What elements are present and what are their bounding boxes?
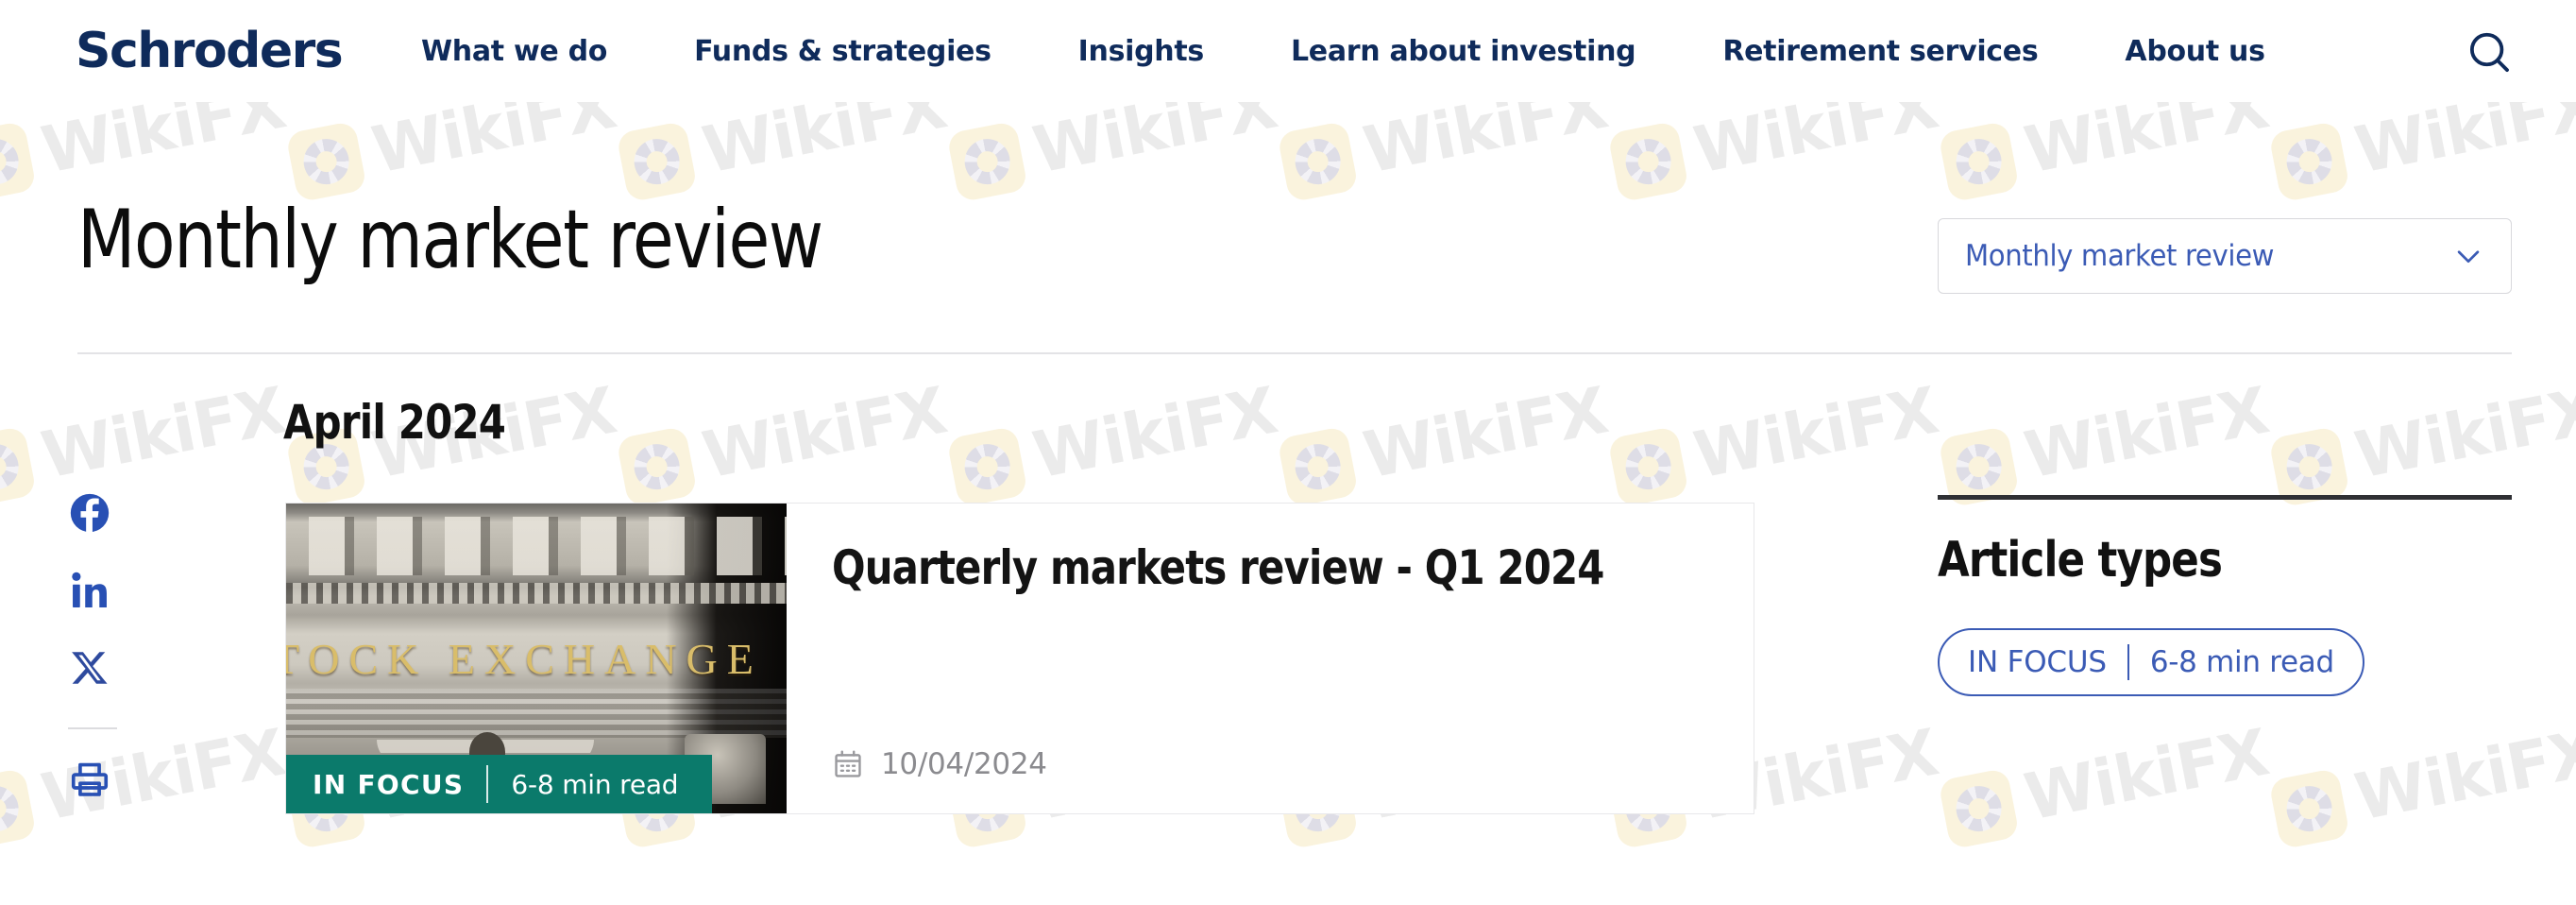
watermark-text: WikiFX bbox=[697, 373, 953, 494]
watermark-text: WikiFX bbox=[2019, 715, 2275, 836]
watermark-text: WikiFX bbox=[2019, 373, 2275, 494]
article-types-sidebar: Article types IN FOCUS 6-8 min read bbox=[1938, 495, 2512, 696]
search-icon[interactable] bbox=[2463, 26, 2517, 81]
watermark: WikiFX bbox=[0, 716, 291, 852]
chevron-down-icon bbox=[2452, 240, 2484, 272]
watermark: WikiFX bbox=[2268, 374, 2576, 510]
article-card[interactable]: TOCK EXCHANGE IN FOCUS 6-8 min read Quar… bbox=[285, 503, 1754, 814]
calendar-icon bbox=[832, 748, 864, 780]
wikifx-logo-icon bbox=[0, 767, 37, 849]
nav-item-what-we-do[interactable]: What we do bbox=[378, 35, 651, 68]
watermark: WikiFX bbox=[0, 374, 291, 510]
main-navigation: What we do Funds & strategies Insights L… bbox=[378, 0, 2309, 102]
wikifx-logo-icon bbox=[1938, 767, 2020, 849]
watermark-text: WikiFX bbox=[1688, 373, 1944, 494]
chip-read-time: 6-8 min read bbox=[2149, 645, 2334, 679]
article-meta: 10/04/2024 bbox=[832, 747, 1710, 781]
facade-ledges bbox=[286, 689, 787, 738]
watermark: WikiFX bbox=[616, 374, 952, 510]
chip-separator bbox=[2127, 644, 2129, 680]
badge-separator bbox=[486, 765, 489, 803]
nav-item-insights[interactable]: Insights bbox=[1035, 35, 1247, 68]
watermark: WikiFX bbox=[1938, 374, 2274, 510]
month-heading: April 2024 bbox=[283, 395, 506, 450]
article-type-filter-chip[interactable]: IN FOCUS 6-8 min read bbox=[1938, 628, 2364, 696]
watermark: WikiFX bbox=[2268, 716, 2576, 852]
article-badge-type: IN FOCUS bbox=[313, 768, 465, 800]
wikifx-logo-icon bbox=[1607, 425, 1689, 507]
wikifx-logo-icon bbox=[616, 425, 698, 507]
article-badge: IN FOCUS 6-8 min read bbox=[286, 755, 713, 813]
facade-dentils bbox=[286, 583, 787, 604]
x-twitter-icon[interactable] bbox=[68, 646, 111, 690]
article-thumbnail: TOCK EXCHANGE IN FOCUS 6-8 min read bbox=[286, 504, 787, 813]
watermark-text: WikiFX bbox=[2349, 715, 2576, 836]
title-divider bbox=[77, 352, 2512, 354]
page-title-row: Monthly market review Monthly market rev… bbox=[0, 184, 2576, 326]
facade-engraved-text: TOCK EXCHANGE bbox=[286, 635, 763, 683]
article-title[interactable]: Quarterly markets review - Q1 2024 bbox=[832, 540, 1649, 596]
print-icon[interactable] bbox=[68, 758, 111, 801]
nav-item-learn-about-investing[interactable]: Learn about investing bbox=[1247, 35, 1679, 68]
chip-type-label: IN FOCUS bbox=[1968, 645, 2107, 679]
watermark-text: WikiFX bbox=[1358, 373, 1614, 494]
rail-divider bbox=[68, 727, 117, 729]
watermark: WikiFX bbox=[1607, 374, 1943, 510]
facebook-icon[interactable] bbox=[68, 491, 111, 535]
wikifx-logo-icon bbox=[1277, 425, 1359, 507]
site-header: Schroders What we do Funds & strategies … bbox=[0, 0, 2576, 102]
article-body: Quarterly markets review - Q1 2024 10/04… bbox=[787, 504, 1754, 813]
sidebar-heading: Article types bbox=[1938, 532, 2223, 589]
watermark: WikiFX bbox=[946, 374, 1282, 510]
watermark-text: WikiFX bbox=[36, 373, 292, 494]
nav-item-funds-strategies[interactable]: Funds & strategies bbox=[651, 35, 1035, 68]
watermark: WikiFX bbox=[1938, 716, 2274, 852]
watermark: WikiFX bbox=[1277, 374, 1613, 510]
facade-corbels bbox=[286, 517, 787, 575]
linkedin-icon[interactable] bbox=[68, 569, 111, 612]
nav-item-about-us[interactable]: About us bbox=[2081, 35, 2308, 68]
sidebar-top-rule bbox=[1938, 495, 2512, 500]
watermark-text: WikiFX bbox=[1027, 373, 1283, 494]
page-root: WikiFX WikiFX WikiFX WikiFX WikiFX WikiF… bbox=[0, 0, 2576, 905]
social-share-rail bbox=[68, 491, 144, 835]
wikifx-logo-icon bbox=[946, 425, 1028, 507]
wikifx-logo-icon bbox=[2268, 767, 2350, 849]
category-select[interactable]: Monthly market review bbox=[1938, 218, 2512, 294]
category-select-value: Monthly market review bbox=[1965, 239, 2275, 273]
watermark-text: WikiFX bbox=[2349, 373, 2576, 494]
nav-item-retirement-services[interactable]: Retirement services bbox=[1679, 35, 2081, 68]
article-badge-read-time: 6-8 min read bbox=[511, 768, 679, 800]
wikifx-logo-icon bbox=[0, 425, 37, 507]
page-title: Monthly market review bbox=[77, 193, 823, 287]
article-date: 10/04/2024 bbox=[881, 747, 1047, 781]
schroders-logo[interactable]: Schroders bbox=[76, 26, 344, 76]
